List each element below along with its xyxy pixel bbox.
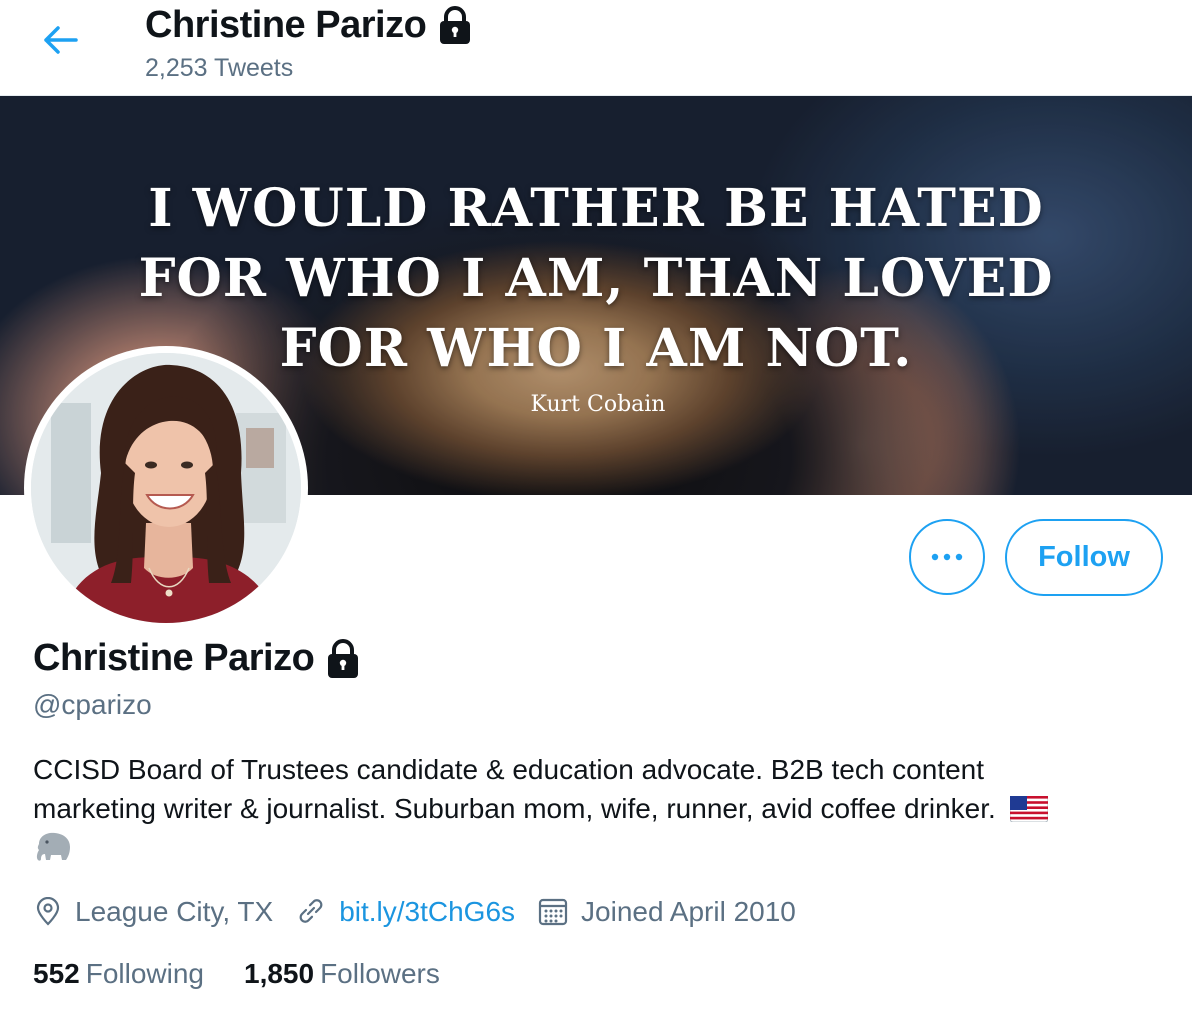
following-link[interactable]: 552 Following: [33, 958, 204, 990]
lock-icon: [328, 639, 359, 678]
link-icon: [299, 899, 323, 923]
location-icon: [36, 897, 60, 926]
avatar-photo: [31, 353, 301, 623]
profile-website[interactable]: bit.ly/3tChG6s: [295, 896, 515, 928]
header-profile-name: Christine Parizo: [145, 2, 476, 48]
avatar-portrait-illustration: [31, 353, 301, 623]
more-options-button[interactable]: [909, 519, 985, 595]
profile-stats: 552 Following 1,850 Followers: [33, 958, 480, 990]
elephant-emoji: [36, 832, 70, 861]
profile-meta: League City, TX bit.ly/3tChG6s Joined Ap…: [33, 891, 818, 933]
calendar-icon: [538, 898, 568, 926]
back-arrow-icon: [44, 26, 78, 54]
back-button[interactable]: [38, 22, 82, 58]
profile-header-bar: Christine Parizo 2,253 Tweets: [0, 0, 1192, 96]
followers-link[interactable]: 1,850 Followers: [244, 958, 440, 990]
profile-joined-date: Joined April 2010: [537, 896, 796, 928]
website-link[interactable]: bit.ly/3tChG6s: [339, 896, 515, 928]
profile-handle: @cparizo: [33, 689, 152, 720]
profile-location: League City, TX: [33, 896, 273, 928]
tweet-count: 2,253 Tweets: [145, 54, 294, 82]
lock-icon: [440, 6, 471, 44]
profile-bio: CCISD Board of Trustees candidate & educ…: [33, 750, 1163, 864]
profile-name: Christine Parizo: [33, 632, 364, 684]
profile-avatar[interactable]: [24, 346, 308, 630]
more-icon: [931, 553, 963, 561]
us-flag-emoji: [1009, 796, 1048, 822]
follow-button[interactable]: Follow: [1005, 519, 1163, 596]
